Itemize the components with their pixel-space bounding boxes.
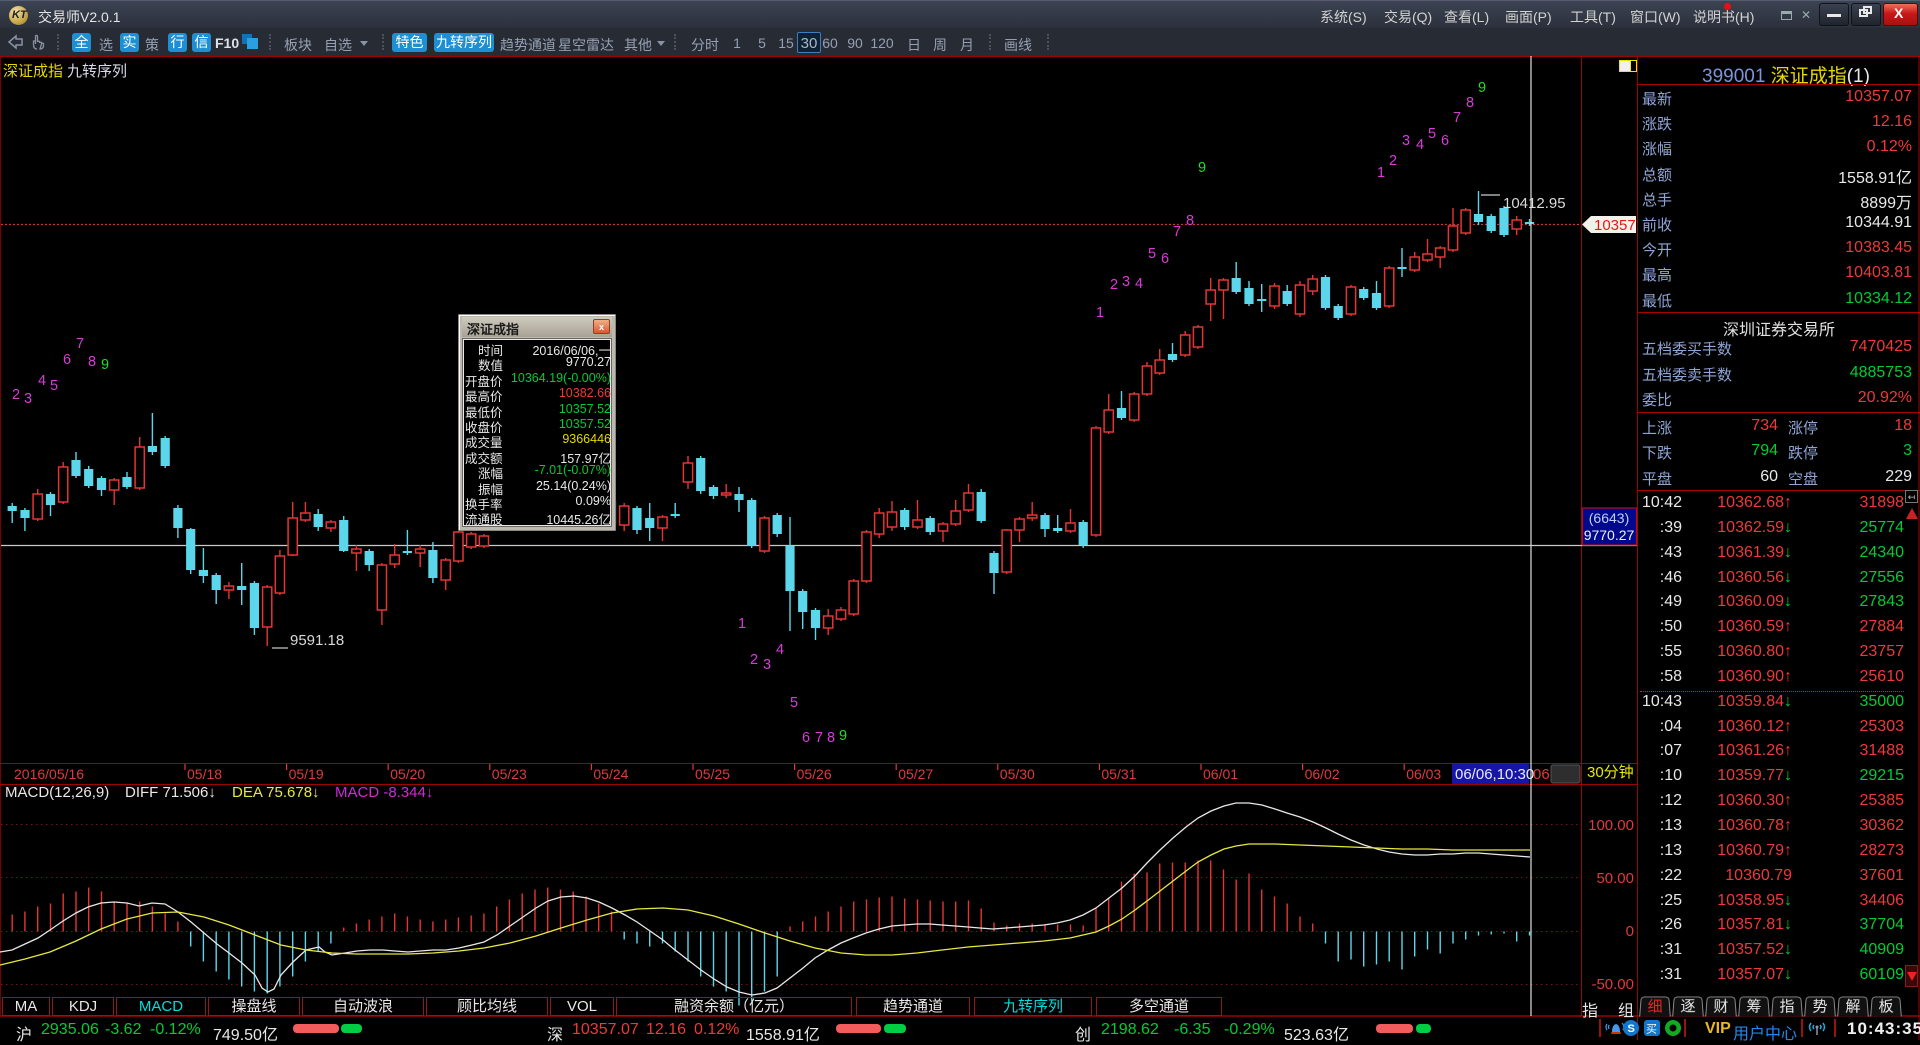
svg-text:100.00: 100.00 — [1588, 817, 1634, 834]
svg-text:1: 1 — [738, 616, 746, 632]
svg-text:6: 6 — [802, 730, 810, 746]
svg-text:8: 8 — [827, 730, 835, 746]
svg-text:MACD -8.344↓: MACD -8.344↓ — [335, 784, 433, 801]
svg-text:05/23: 05/23 — [492, 766, 527, 782]
svg-text:5: 5 — [50, 378, 58, 394]
svg-text:-50.00: -50.00 — [1591, 976, 1634, 993]
svg-text:7: 7 — [1173, 224, 1181, 240]
svg-text:5: 5 — [1428, 126, 1436, 142]
svg-text:4: 4 — [38, 373, 46, 389]
svg-text:2: 2 — [12, 387, 20, 403]
svg-text:2016/05/16: 2016/05/16 — [14, 766, 84, 782]
svg-text:9: 9 — [839, 728, 847, 744]
svg-text:7: 7 — [1453, 110, 1461, 126]
svg-text:05/26: 05/26 — [797, 766, 832, 782]
svg-text:05/30: 05/30 — [1000, 766, 1035, 782]
svg-text:4: 4 — [776, 642, 784, 658]
svg-text:50.00: 50.00 — [1596, 870, 1634, 887]
svg-text:06/06,10:30: 06/06,10:30 — [1455, 766, 1534, 783]
svg-text:深证成指: 深证成指 — [3, 63, 63, 80]
svg-text:10357: 10357 — [1594, 217, 1636, 234]
svg-text:1: 1 — [1096, 305, 1104, 321]
svg-text:2: 2 — [1389, 153, 1397, 169]
svg-text:0: 0 — [1626, 923, 1634, 940]
svg-text:06/01: 06/01 — [1203, 766, 1238, 782]
svg-text:7: 7 — [815, 730, 823, 746]
svg-text:6: 6 — [1441, 133, 1449, 149]
svg-text:30分钟: 30分钟 — [1587, 764, 1634, 781]
svg-text:8: 8 — [1186, 213, 1194, 229]
svg-text:8: 8 — [1466, 95, 1474, 111]
svg-text:06/03: 06/03 — [1406, 766, 1441, 782]
svg-text:05/24: 05/24 — [593, 766, 628, 782]
svg-text:3: 3 — [763, 657, 771, 673]
svg-text:3: 3 — [24, 391, 32, 407]
svg-text:05/20: 05/20 — [390, 766, 425, 782]
svg-text:6: 6 — [1161, 251, 1169, 267]
svg-text:九转序列: 九转序列 — [67, 63, 127, 80]
svg-text:06: 06 — [1533, 766, 1550, 783]
svg-text:DEA 75.678↓: DEA 75.678↓ — [232, 784, 320, 801]
svg-text:3: 3 — [1122, 274, 1130, 290]
svg-text:4: 4 — [1135, 276, 1143, 292]
svg-text:05/31: 05/31 — [1101, 766, 1136, 782]
svg-text:06/02: 06/02 — [1305, 766, 1340, 782]
svg-text:05/18: 05/18 — [187, 766, 222, 782]
svg-text:2: 2 — [1110, 277, 1118, 293]
svg-text:买: 买 — [1646, 1023, 1657, 1036]
svg-text:S: S — [1628, 1023, 1635, 1035]
svg-text:4: 4 — [1416, 137, 1424, 153]
svg-text:8: 8 — [88, 354, 96, 370]
svg-text:05/27: 05/27 — [898, 766, 933, 782]
svg-text:6: 6 — [63, 352, 71, 368]
svg-text:10412.95: 10412.95 — [1503, 195, 1566, 212]
svg-text:2: 2 — [750, 652, 758, 668]
svg-text:05/25: 05/25 — [695, 766, 730, 782]
svg-text:MACD(12,26,9): MACD(12,26,9) — [5, 784, 109, 801]
svg-text:9: 9 — [101, 357, 109, 373]
svg-text:9770.27: 9770.27 — [1584, 527, 1635, 543]
svg-text:3: 3 — [1402, 133, 1410, 149]
svg-text:9: 9 — [1198, 160, 1206, 176]
svg-text:7: 7 — [76, 336, 84, 352]
svg-text:1: 1 — [1377, 165, 1385, 181]
svg-text:05/19: 05/19 — [289, 766, 324, 782]
svg-text:(6643): (6643) — [1589, 510, 1629, 526]
svg-text:5: 5 — [1148, 246, 1156, 262]
svg-text:9591.18: 9591.18 — [290, 632, 344, 649]
svg-text:9: 9 — [1478, 80, 1486, 96]
svg-text:5: 5 — [790, 695, 798, 711]
svg-text:DIFF 71.506↓: DIFF 71.506↓ — [125, 784, 216, 801]
